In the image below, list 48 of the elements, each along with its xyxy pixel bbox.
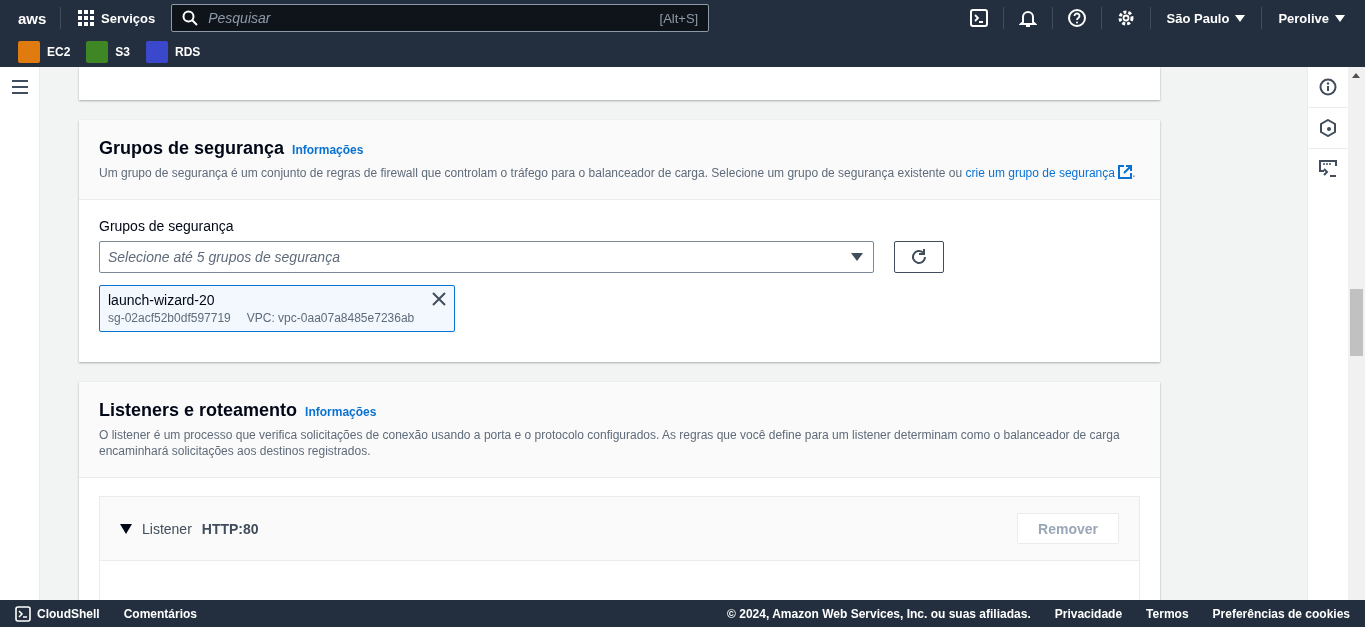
section-title: Listeners e roteamento [99,400,298,421]
terminal-icon[interactable] [969,9,988,27]
refresh-button[interactable] [894,241,944,273]
help-icon[interactable] [1067,9,1086,27]
close-icon[interactable] [432,292,446,306]
refresh-icon [910,248,928,266]
menu-icon[interactable] [11,80,28,94]
services-button[interactable]: Serviços [73,9,160,27]
terminal-icon [15,605,31,622]
info-link[interactable]: Informações [305,405,377,419]
hexagon-icon[interactable] [1319,119,1337,137]
search-field[interactable]: Pesquisar [Alt+S] [171,4,710,32]
shortcut-hint: [Alt+S] [659,10,699,26]
cloudshell-link[interactable]: CloudShell [15,605,100,622]
region-menu[interactable]: São Paulo [1162,10,1250,26]
listener-label: Listener [142,520,192,537]
favorite-service-link[interactable]: EC2 [18,40,71,63]
search-input[interactable]: Pesquisar [206,9,652,27]
settings-icon[interactable] [1116,9,1135,27]
external-link-icon [1118,165,1133,179]
footer-link[interactable]: Preferências de cookies [1212,606,1350,621]
search-icon [182,10,199,26]
logo[interactable]: aws [18,9,48,27]
field-label: Grupos de segurança [99,218,235,234]
security-group-select[interactable]: Selecione até 5 grupos de segurança [99,241,874,273]
footer-link[interactable]: Termos [1146,606,1189,621]
select-placeholder: Selecione até 5 grupos de segurança [108,249,340,265]
section-description: O listener é um processo que verifica solicitações de conexão usando a porta e o protocolo configurados. As regras que você define para um listener determinam como o balanceador de carga encaminhará solicitações aos destinos registrados. [99,427,1121,459]
account-menu[interactable]: Perolive [1274,10,1349,26]
grid-icon [77,9,95,27]
section-description: Um grupo de segurança é um conjunto de regras de firewall que controlam o tráfego para o balanceador de carga. Selecione um grupo de segurança existente ou crie um grupo de segurança . [99,165,1137,181]
bell-icon[interactable] [1018,9,1037,27]
listener-protocol: HTTP:80 [201,520,259,537]
caret-icon[interactable] [120,523,132,534]
favorite-service-link[interactable]: RDS [146,40,201,63]
footer-link[interactable]: Privacidade [1054,606,1123,621]
feedback-link[interactable]: Comentários [123,606,198,621]
info-icon[interactable] [1319,78,1337,96]
create-group-link[interactable]: crie um grupo de segurança [965,166,1133,180]
info-link[interactable]: Informações [292,143,364,157]
section-title: Grupos de segurança [99,138,285,159]
screen-terminal-icon[interactable] [1318,160,1338,178]
token-id: sg-02acf52b0df597719 [108,311,231,325]
token-vpc: VPC: vpc-0aa07a8485e7236ab [246,311,415,325]
copyright-text: © 2024, Amazon Web Services, Inc. ou suas afiliadas. [727,606,1031,621]
token-name: launch-wizard-20 [108,292,216,308]
favorite-service-link[interactable]: S3 [86,40,131,63]
caret-icon [851,253,863,261]
